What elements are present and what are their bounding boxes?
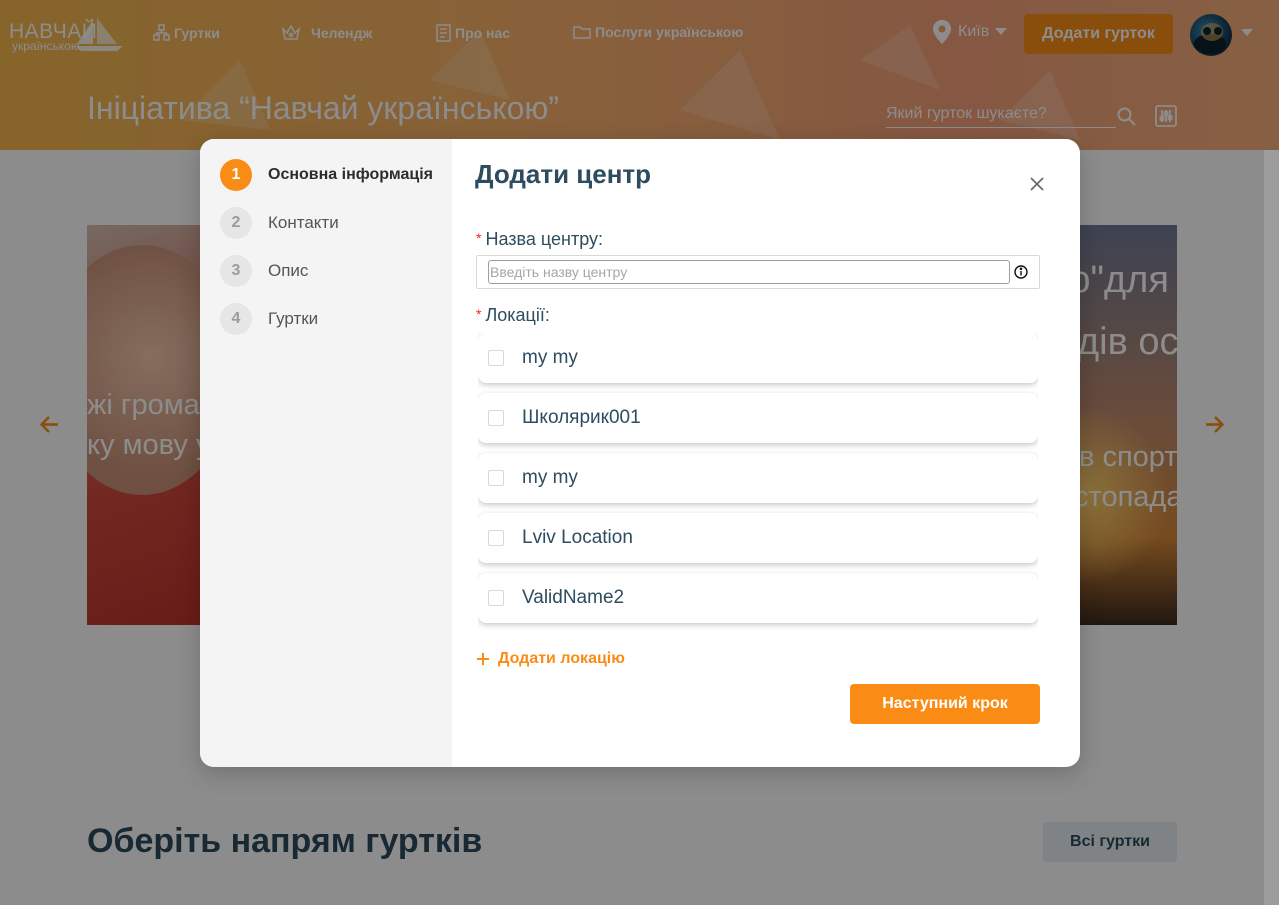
location-checkbox[interactable] (488, 470, 504, 486)
location-option[interactable]: Lviv Location (478, 513, 1038, 563)
label-colon: : (598, 229, 604, 249)
add-location-link[interactable]: Додати локацію (476, 649, 625, 669)
step-label: Опис (268, 261, 309, 280)
step-number: 2 (220, 207, 252, 239)
location-label: my my (522, 347, 578, 368)
step-number: 3 (220, 255, 252, 287)
next-step-button[interactable]: Наступний крок (850, 684, 1040, 724)
locations-list: my my Школярик001 my my Lviv Location Va… (478, 333, 1038, 673)
step-number: 1 (220, 159, 252, 191)
location-checkbox[interactable] (488, 530, 504, 546)
location-option[interactable]: my my (478, 333, 1038, 383)
location-label: Школярик001 (522, 407, 641, 428)
required-asterisk: * (476, 306, 482, 322)
close-icon[interactable] (1026, 173, 1048, 195)
add-location-label: Додати локацію (498, 650, 625, 667)
modal-title: Додати центр (475, 159, 652, 189)
steps-sidebar: 1 Основна інформація 2 Контакти 3 Опис 4… (200, 139, 452, 767)
page-scrollbar[interactable] (1264, 150, 1279, 905)
label-text: Локації (485, 305, 545, 325)
required-asterisk: * (476, 230, 482, 246)
step-main-info[interactable]: 1 Основна інформація (220, 159, 433, 191)
label-colon: : (544, 305, 550, 325)
step-label: Контакти (268, 213, 339, 232)
location-label: ValidName2 (522, 587, 625, 608)
center-name-label: * Назва центру: (476, 229, 603, 250)
location-checkbox[interactable] (488, 410, 504, 426)
center-name-field (476, 255, 1040, 289)
location-option[interactable]: ValidName2 (478, 573, 1038, 623)
step-label: Основна інформація (268, 166, 433, 183)
add-center-modal: 1 Основна інформація 2 Контакти 3 Опис 4… (200, 139, 1080, 767)
locations-label: * Локації: (476, 305, 550, 326)
center-name-input[interactable] (488, 260, 1010, 284)
step-label: Гуртки (268, 309, 319, 328)
location-label: my my (522, 467, 578, 488)
step-description[interactable]: 3 Опис (220, 255, 308, 287)
location-checkbox[interactable] (488, 350, 504, 366)
info-icon[interactable] (1014, 265, 1028, 279)
step-number: 4 (220, 303, 252, 335)
step-clubs[interactable]: 4 Гуртки (220, 303, 318, 335)
label-text: Назва центру (485, 229, 598, 249)
location-option[interactable]: Школярик001 (478, 393, 1038, 443)
location-label: Lviv Location (522, 527, 633, 548)
plus-icon (477, 653, 489, 665)
step-contacts[interactable]: 2 Контакти (220, 207, 339, 239)
location-checkbox[interactable] (488, 590, 504, 606)
location-option[interactable]: my my (478, 453, 1038, 503)
